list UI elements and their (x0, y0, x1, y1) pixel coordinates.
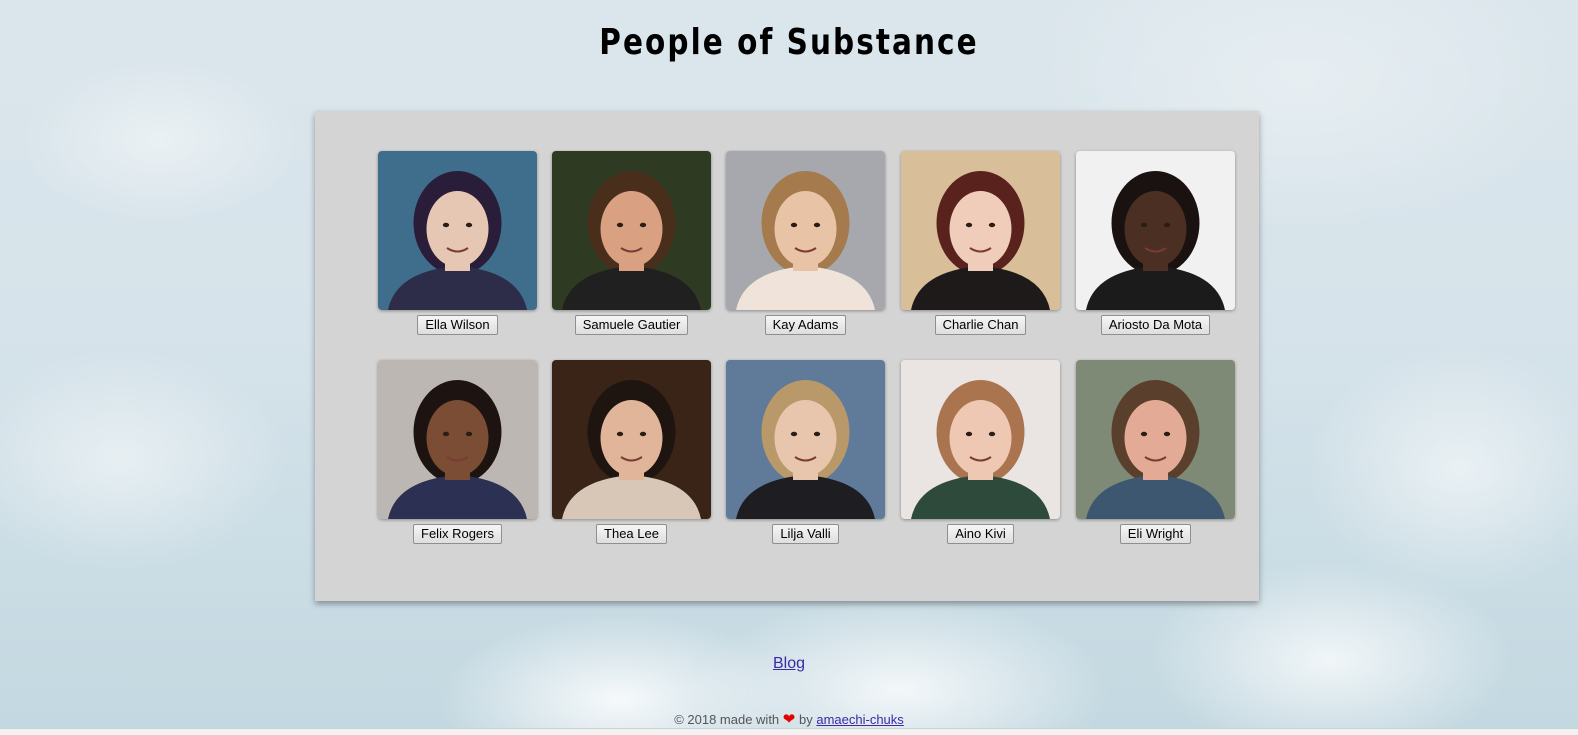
person-name-button[interactable]: Thea Lee (596, 524, 667, 544)
person-name-button[interactable]: Lilja Valli (772, 524, 839, 544)
person-name-button[interactable]: Kay Adams (764, 315, 847, 335)
person-card: Lilja Valli (726, 360, 885, 544)
person-photo[interactable] (1076, 360, 1235, 519)
person-card: Ariosto Da Mota (1076, 151, 1235, 335)
person-photo[interactable] (901, 360, 1060, 519)
person-photo[interactable] (1076, 151, 1235, 310)
person-card: Ella Wilson (378, 151, 537, 335)
people-gallery: Ella Wilson Samuele Gautier Kay Adams Charl… (315, 111, 1259, 601)
person-name-button[interactable]: Felix Rogers (413, 524, 502, 544)
person-card: Charlie Chan (901, 151, 1060, 335)
person-photo[interactable] (726, 151, 885, 310)
person-card: Kay Adams (726, 151, 885, 335)
person-name-button[interactable]: Samuele Gautier (574, 315, 689, 335)
person-photo[interactable] (552, 360, 711, 519)
author-link[interactable]: amaechi-chuks (816, 712, 903, 727)
footer-by: by (799, 712, 813, 727)
blog-link[interactable]: Blog (773, 655, 805, 672)
person-photo[interactable] (901, 151, 1060, 310)
person-card: Samuele Gautier (552, 151, 711, 335)
person-name-button[interactable]: Ariosto Da Mota (1100, 315, 1211, 335)
page-title: People of Substance (599, 22, 979, 63)
person-name-button[interactable]: Charlie Chan (934, 315, 1027, 335)
person-name-button[interactable]: Eli Wright (1119, 524, 1192, 544)
person-photo[interactable] (378, 360, 537, 519)
person-photo[interactable] (726, 360, 885, 519)
person-card: Eli Wright (1076, 360, 1235, 544)
person-photo[interactable] (378, 151, 537, 310)
person-name-button[interactable]: Aino Kivi (947, 524, 1014, 544)
footer-copyright: © 2018 made with (674, 712, 780, 727)
person-card: Aino Kivi (901, 360, 1060, 544)
person-card: Felix Rogers (378, 360, 537, 544)
person-name-button[interactable]: Ella Wilson (417, 315, 498, 335)
person-card: Thea Lee (552, 360, 711, 544)
person-photo[interactable] (552, 151, 711, 310)
footer: © 2018 made with ❤ by amaechi-chuks (0, 710, 1578, 728)
blog-link-container: Blog (0, 655, 1578, 673)
window-bottom-edge (0, 728, 1578, 735)
heart-icon: ❤ (782, 711, 796, 728)
